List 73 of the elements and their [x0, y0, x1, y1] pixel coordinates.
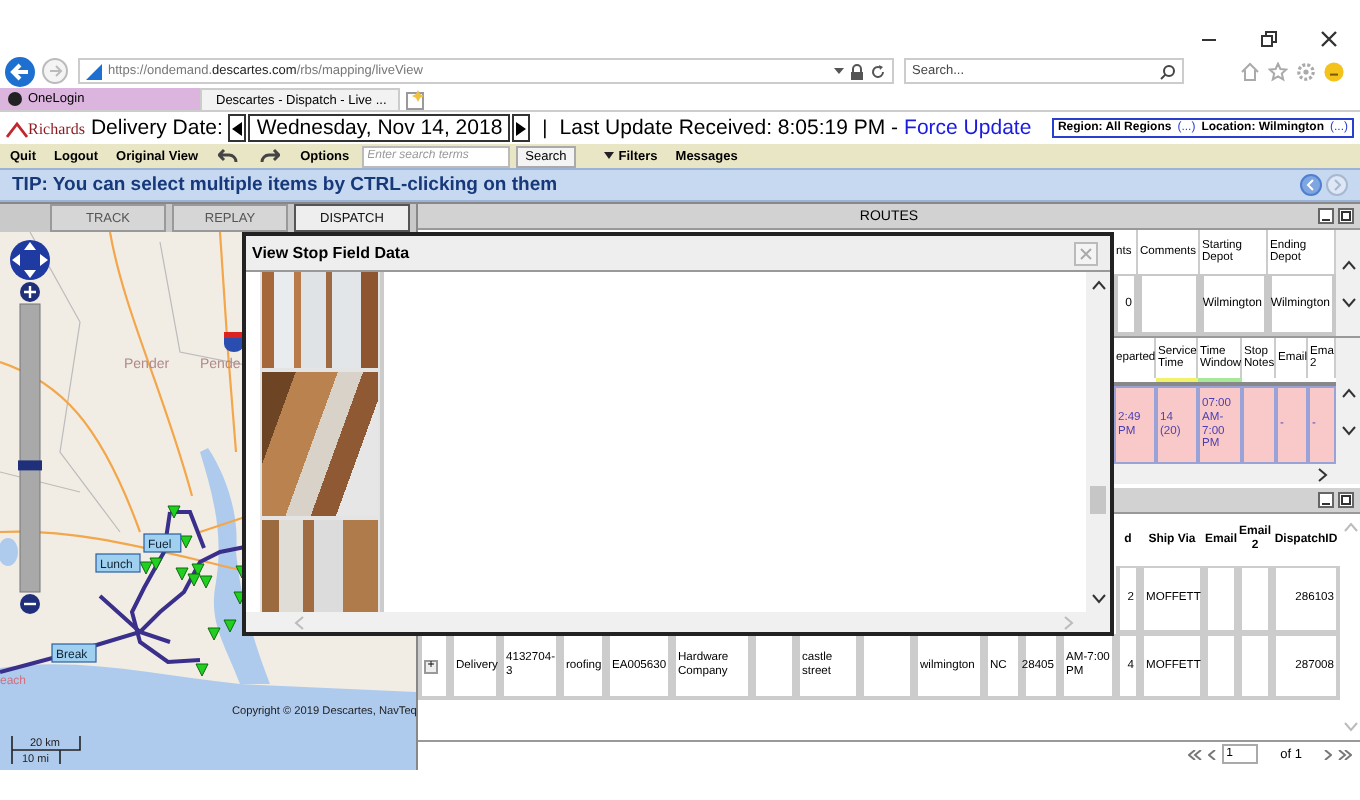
force-update-link[interactable]: Force Update — [904, 116, 1032, 140]
caret-icon[interactable] — [834, 67, 844, 75]
stop-marker[interactable] — [207, 627, 221, 641]
zoom-slider-thumb[interactable] — [18, 460, 42, 471]
circle-logo-icon — [8, 92, 22, 106]
stop-marker[interactable] — [149, 557, 163, 571]
stop-marker[interactable] — [175, 567, 189, 581]
photo-placeholder[interactable] — [262, 520, 378, 612]
caret-right-icon[interactable] — [516, 121, 527, 135]
scrollbar[interactable] — [1114, 464, 1336, 484]
smiley-icon[interactable] — [1324, 61, 1344, 81]
caret-down-icon[interactable] — [1091, 594, 1105, 604]
refresh-icon[interactable] — [870, 63, 886, 79]
separator-text: | — [542, 117, 548, 139]
table-cell — [1238, 566, 1272, 634]
first-page-icon[interactable] — [1188, 749, 1203, 759]
caret-up-icon[interactable] — [1341, 259, 1355, 269]
minimize-icon[interactable] — [1318, 492, 1334, 508]
dialog-title: View Stop Field Data — [252, 244, 410, 262]
maximize-icon[interactable] — [1338, 208, 1354, 224]
last-page-icon[interactable] — [1338, 749, 1352, 759]
table-cell — [1238, 634, 1272, 700]
caret-down-icon[interactable] — [604, 152, 615, 160]
next-page-icon[interactable] — [1324, 749, 1332, 759]
restore-icon[interactable] — [1260, 30, 1278, 48]
close-icon[interactable] — [1320, 30, 1338, 48]
stop-marker[interactable] — [139, 561, 153, 575]
caret-down-icon[interactable] — [1341, 297, 1355, 307]
caret-up-icon[interactable] — [1091, 280, 1105, 290]
new-tab-icon[interactable] — [406, 89, 426, 109]
minimize-icon[interactable] — [1318, 208, 1334, 224]
stop-marker[interactable] — [195, 663, 209, 677]
photo-placeholder[interactable] — [262, 372, 378, 516]
date-field[interactable]: Wednesday, Nov 14, 2018 — [248, 114, 511, 142]
back-button[interactable] — [4, 55, 36, 87]
lock-icon — [850, 63, 864, 79]
caret-right-icon[interactable] — [1318, 467, 1328, 481]
star-icon[interactable] — [1268, 61, 1288, 81]
stop-marker[interactable] — [179, 535, 193, 549]
scrollbar[interactable] — [1086, 272, 1110, 612]
previous-date-button[interactable] — [228, 114, 247, 142]
stop-marker[interactable] — [199, 575, 213, 589]
next-date-button[interactable] — [512, 114, 531, 142]
photo-placeholder[interactable] — [262, 272, 378, 368]
site-icon — [86, 63, 102, 79]
undo-icon[interactable] — [218, 148, 239, 164]
caret-down-icon[interactable] — [1341, 425, 1355, 435]
previous-page-icon[interactable] — [1208, 749, 1217, 759]
maximize-icon[interactable] — [1338, 492, 1354, 508]
caret-up-icon[interactable] — [1341, 387, 1355, 397]
last-update-text: Last Update Received: 8:05:19 PM - — [559, 116, 899, 140]
pan-control[interactable] — [10, 240, 50, 280]
redo-icon[interactable] — [260, 148, 281, 164]
scrollbar-thumb[interactable] — [1090, 486, 1106, 514]
scale-bar — [11, 735, 81, 765]
stop-marker[interactable] — [187, 573, 201, 587]
scrollbar[interactable] — [1336, 230, 1360, 336]
zoom-out-button[interactable] — [20, 594, 40, 614]
table-cell — [1242, 386, 1276, 464]
stop-marker[interactable] — [167, 505, 181, 519]
lake-area — [0, 538, 18, 566]
delivery-date-label: Delivery Date: — [90, 116, 223, 140]
stop-marker[interactable] — [191, 563, 205, 577]
table-cell — [1204, 634, 1238, 700]
stop-marker[interactable] — [223, 619, 237, 633]
scrollbar[interactable] — [1336, 338, 1360, 484]
zoom-in-button[interactable] — [20, 282, 40, 302]
company-logo: Richards — [6, 119, 85, 137]
table-cell — [1204, 566, 1238, 634]
search-icon[interactable] — [1160, 63, 1176, 79]
tip-text: TIP: You can select multiple items by CTRL-clicking on them — [12, 174, 558, 196]
caret-left-icon[interactable] — [232, 121, 243, 135]
back-circle-button[interactable] — [1300, 174, 1322, 196]
